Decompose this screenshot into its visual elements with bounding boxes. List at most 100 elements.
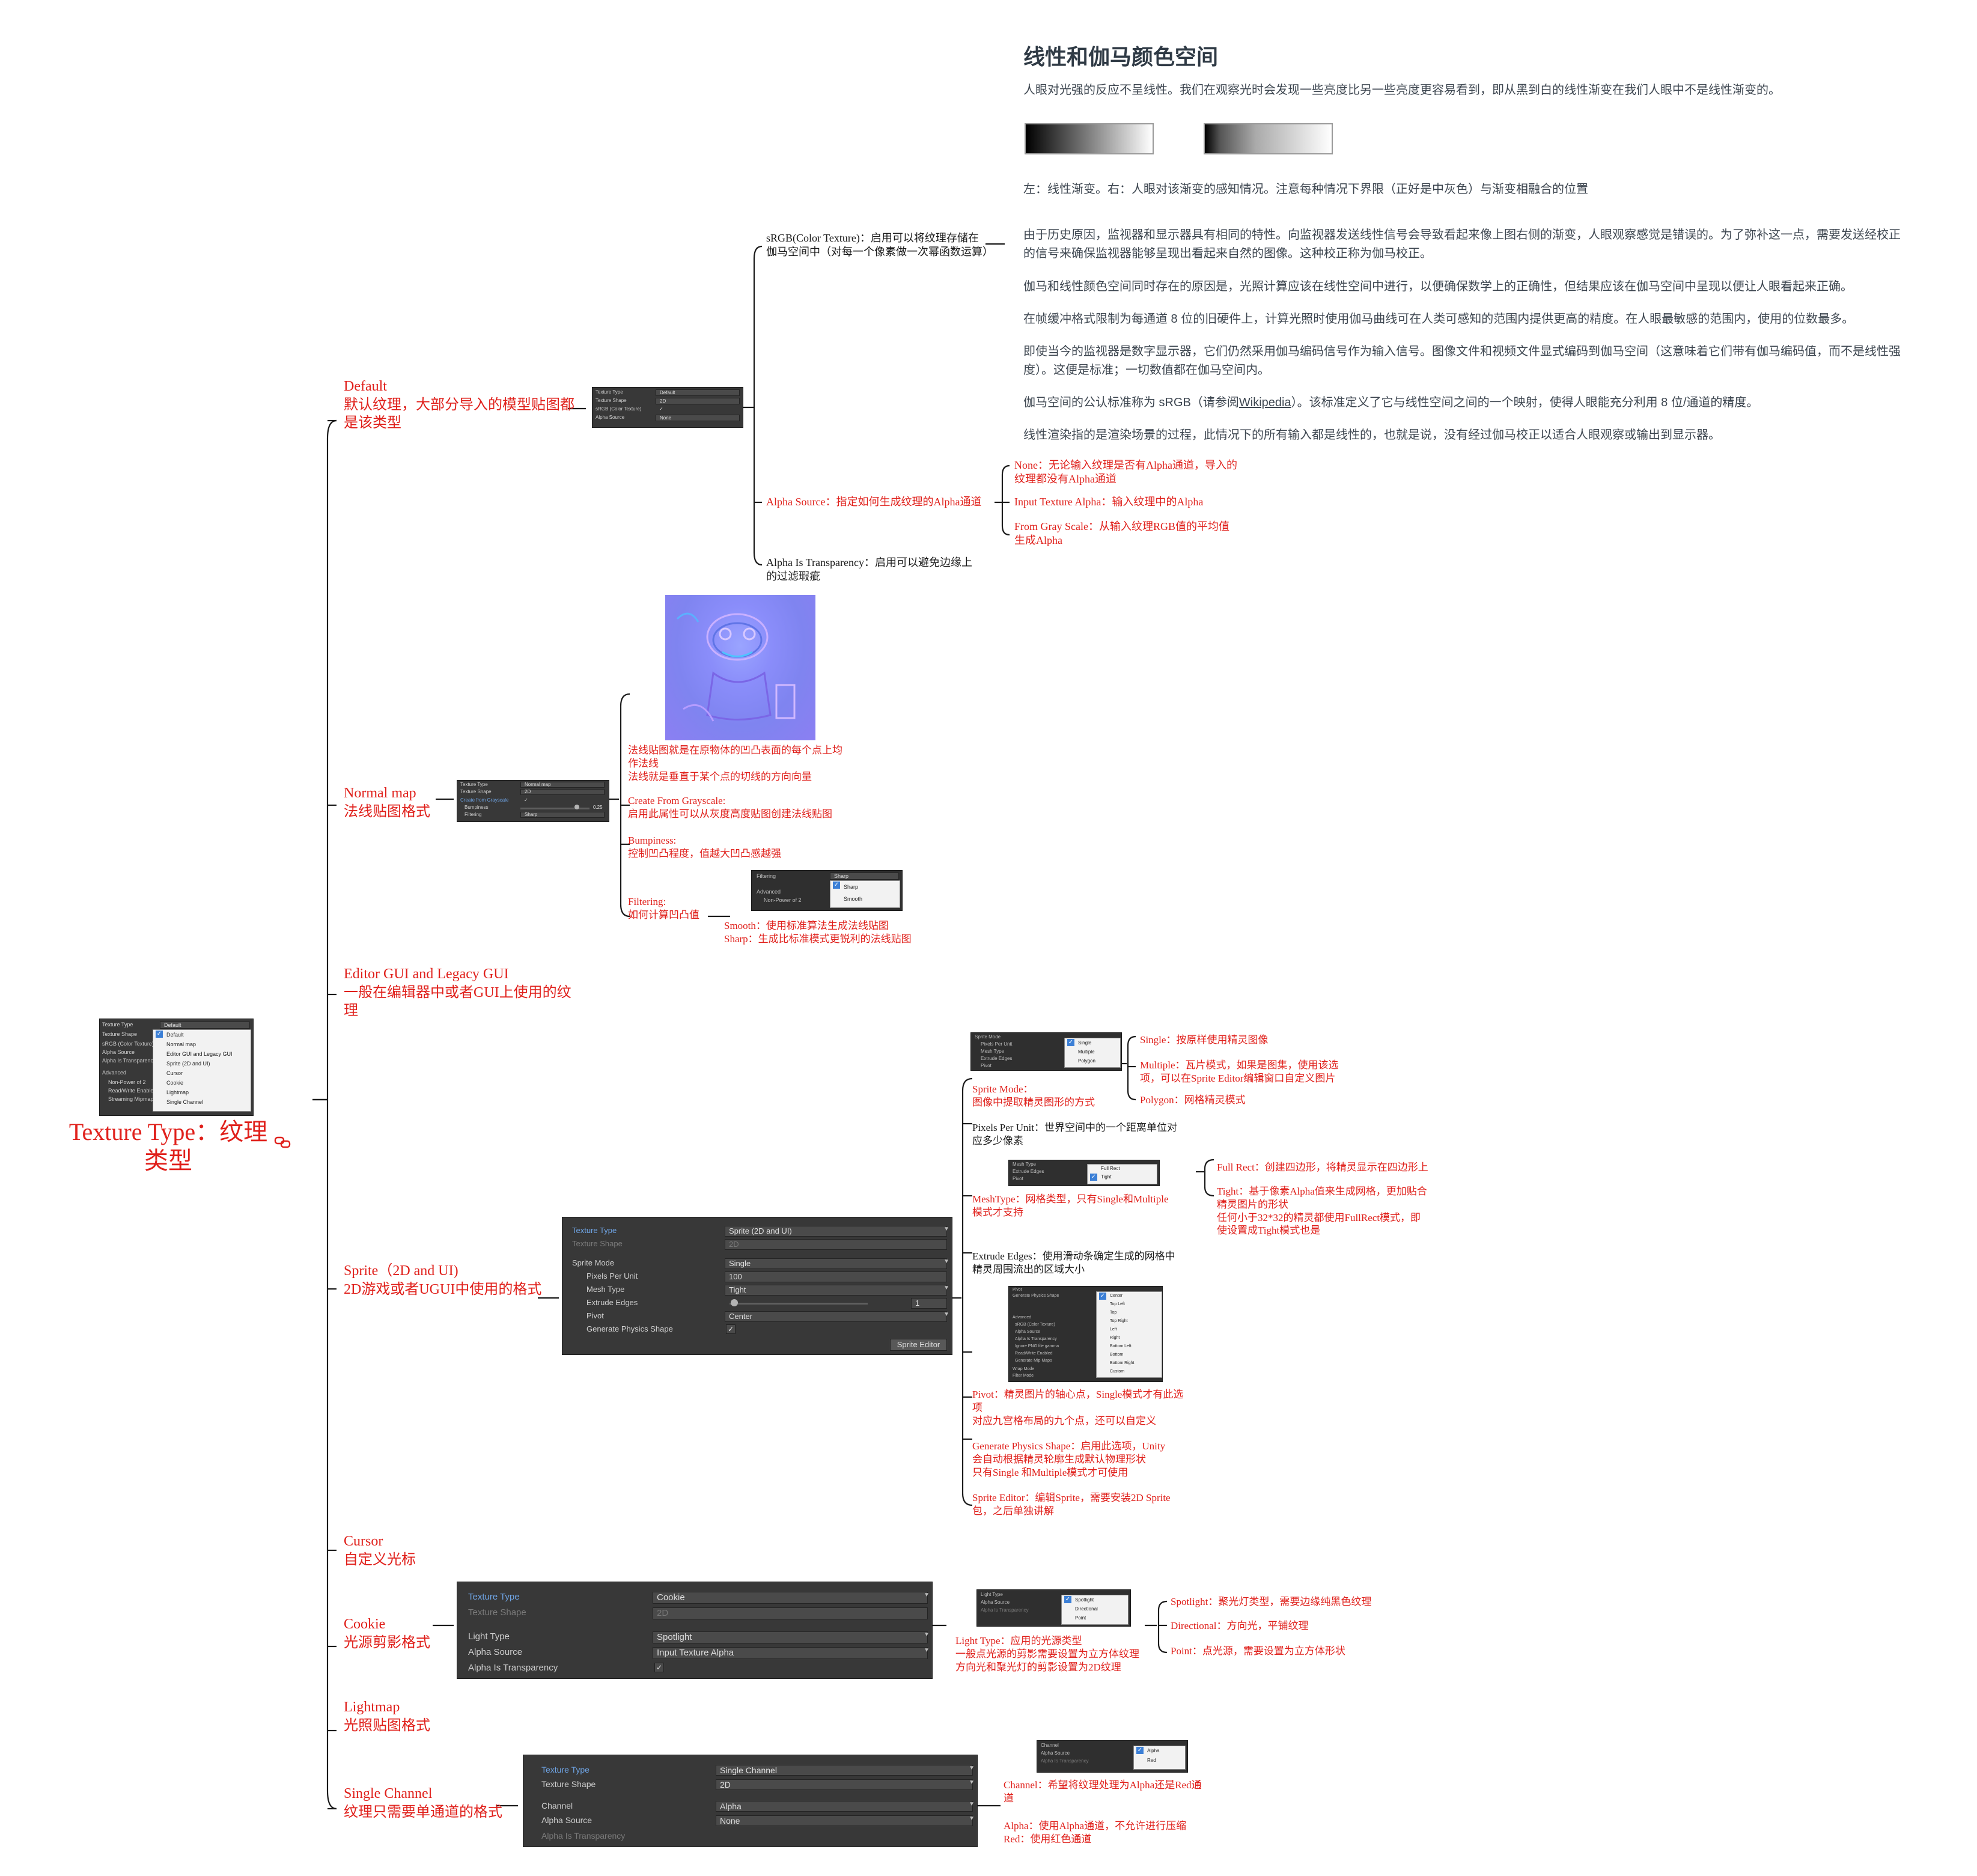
menu-item[interactable]: Editor GUI and Legacy GUI [153,1049,251,1059]
menu-item[interactable]: Polygon [1065,1056,1120,1065]
bumpiness-slider[interactable] [520,808,589,809]
menu-item[interactable]: Red [1134,1756,1185,1765]
menu-item[interactable]: Lightmap [153,1088,251,1097]
mesh-fullrect-node[interactable]: Full Rect：创建四边形，将精灵显示在四边形上 [1217,1161,1428,1174]
alpha-option-input[interactable]: Input Texture Alpha：输入纹理中的Alpha [1014,495,1203,509]
menu-item[interactable]: Top [1097,1309,1162,1317]
branch-normal-map[interactable]: Normal map 法线贴图格式 [344,784,430,821]
sprite-editor-button[interactable]: Sprite Editor [890,1339,947,1351]
menu-item[interactable]: Top Left [1097,1300,1162,1309]
wikipedia-link[interactable]: Wikipedia [1239,396,1291,409]
menu-item[interactable]: Custom [1097,1368,1162,1376]
panel-value[interactable]: Single [725,1258,947,1269]
node-text: Smooth：使用标准算法生成法线贴图 [724,920,889,931]
menu-item[interactable]: Right [1097,1334,1162,1342]
filtering-node[interactable]: Filtering: 如何计算凹凸值 [628,895,699,922]
sprite-mode-node[interactable]: Sprite Mode： 图像中提取精灵图形的方式 [972,1083,1095,1109]
alpha-source-node[interactable]: Alpha Source：指定如何生成纹理的Alpha通道 [766,495,981,509]
pivot-node[interactable]: Pivot：精灵图片的轴心点，Single模式才有此选 项 对应九宫格布局的九个… [972,1388,1183,1427]
slider-knob[interactable] [574,805,579,809]
menu-item[interactable]: Normal map [153,1040,251,1049]
menu-item[interactable]: Bottom [1097,1351,1162,1359]
light-point-node[interactable]: Point：点光源，需要设置为立方体形状 [1171,1645,1345,1658]
alpha-transparency-node[interactable]: Alpha Is Transparency：启用可以避免边缘上 的过滤瑕疵 [766,556,972,583]
light-type-node[interactable]: Light Type：应用的光源类型 一般点光源的剪影需要设置为立方体纹理 方向… [955,1634,1139,1673]
menu-item[interactable]: Multiple [1065,1047,1120,1056]
panel-value[interactable]: None [716,1815,973,1826]
menu-item[interactable]: ✓ Single [1065,1038,1120,1047]
branch-sprite[interactable]: Sprite（2D and UI) 2D游戏或者UGUI中使用的格式 [344,1262,541,1299]
panel-value[interactable]: 100 [725,1271,947,1282]
extrude-node[interactable]: Extrude Edges：使用滑动条确定生成的网格中 精灵周围流出的区域大小 [972,1250,1175,1276]
menu-item[interactable]: ✓ Spotlight [1062,1595,1128,1604]
grayscale-node[interactable]: Create From Grayscale: 启用此属性可以从灰度高度贴图创建法… [628,794,832,821]
menu-item[interactable]: ✓ Tight [1088,1173,1157,1181]
menu-item[interactable]: Directional [1062,1604,1128,1613]
menu-item[interactable]: ✓ Alpha [1134,1746,1185,1756]
branch-cursor[interactable]: Cursor 自定义光标 [344,1532,416,1569]
menu-item[interactable]: Bottom Left [1097,1342,1162,1351]
branch-title: Cookie [344,1616,386,1632]
root-panel-label: Alpha Source [102,1049,135,1055]
menu-item[interactable]: ✓ Default [153,1030,251,1040]
panel-value[interactable]: Sprite (2D and UI) [725,1226,947,1237]
checkbox[interactable]: ✓ [726,1324,736,1334]
sprite-editor-node[interactable]: Sprite Editor：编辑Sprite，需要安装2D Sprite 包，之… [972,1491,1171,1518]
menu-item[interactable]: Top Right [1097,1317,1162,1326]
slider-knob[interactable] [731,1299,738,1306]
checkbox[interactable]: ✓ [654,1663,664,1672]
menu-item[interactable]: ✓ Center [1097,1292,1162,1300]
panel-value[interactable]: Cookie [653,1592,928,1604]
alpha-option-gray[interactable]: From Gray Scale：从输入纹理RGB值的平均值 生成Alpha [1014,520,1229,547]
normal-map-relief [676,612,796,722]
extrude-slider[interactable] [730,1303,868,1305]
branch-single-channel[interactable]: Single Channel 纹理只需要单通道的格式 [344,1785,502,1821]
mode-polygon-node[interactable]: Polygon：网格精灵模式 [1140,1094,1246,1107]
branch-default[interactable]: Default 默认纹理，大部分导入的模型贴图都 是该类型 [344,377,574,433]
channel-options-node[interactable]: Alpha：使用Alpha通道，不允许进行压缩 Red：使用红色通道 [1004,1820,1186,1846]
branch-lightmap[interactable]: Lightmap 光照贴图格式 [344,1698,430,1735]
menu-item[interactable]: Smooth [830,893,900,905]
physics-shape-node[interactable]: Generate Physics Shape：启用此选项，Unity 会自动根据… [972,1440,1165,1479]
filter-options-node[interactable]: Smooth：使用标准算法生成法线贴图 Sharp：生成比标准模式更锐利的法线贴… [724,919,912,946]
mode-single-node[interactable]: Single：按原样使用精灵图像 [1140,1034,1268,1047]
panel-value[interactable]: 2D [716,1779,973,1790]
menu-item[interactable]: Cursor [153,1068,251,1078]
panel-value[interactable]: 1 [911,1298,947,1309]
panel-value[interactable]: Input Texture Alpha [653,1647,928,1659]
branch-title: Editor GUI and Legacy GUI [344,966,509,982]
root-node[interactable]: Texture Type：纹理 类型 [48,1118,288,1175]
channel-node[interactable]: Channel：希望将纹理处理为Alpha还是Red通 道 [1004,1779,1202,1805]
menu-item[interactable]: Cookie [153,1078,251,1088]
normal-intro-node[interactable]: 法线贴图就是在原物体的凹凸表面的每个点上均 作法线 法线就是垂直于某个点的切线的… [628,744,842,783]
menu-item[interactable]: Left [1097,1326,1162,1334]
ppu-node[interactable]: Pixels Per Unit：世界空间中的一个距离单位对 应多少像素 [972,1121,1177,1148]
menu-item[interactable]: Single Channel [153,1097,251,1107]
menu-item[interactable]: Bottom Right [1097,1359,1162,1368]
bumpiness-node[interactable]: Bumpiness: 控制凹凸程度，值越大凹凸感越强 [628,834,781,860]
branch-editor-gui[interactable]: Editor GUI and Legacy GUI 一般在编辑器中或者GUI上使… [344,965,571,1020]
panel-value[interactable]: Alpha [716,1801,973,1812]
mode-multiple-node[interactable]: Multiple：瓦片模式，如果是图集，使用该选 项，可以在Sprite Edi… [1140,1059,1339,1085]
root-panel-label: Non-Power of 2 [108,1079,146,1085]
light-directional-node[interactable]: Directional：方向光，平铺纹理 [1171,1619,1308,1633]
root-title-line-1: Texture Type：纹理 [69,1118,268,1145]
panel-value: Normal map [520,782,605,788]
menu-item[interactable]: Sprite (2D and UI) [153,1059,251,1068]
panel-label: Texture Type [460,782,488,787]
mesh-type-node[interactable]: MeshType：网格类型，只有Single和Multiple 模式才支持 [972,1193,1169,1219]
panel-value[interactable]: Single Channel [716,1765,973,1776]
panel-value[interactable]: Tight [725,1285,947,1296]
branch-cookie[interactable]: Cookie 光源剪影格式 [344,1615,430,1652]
mesh-tight-node[interactable]: Tight：基于像素Alpha值来生成网格，更加贴合 精灵图片的形状 任何小于3… [1217,1185,1427,1237]
root-title-line-2: 类型 [144,1147,192,1174]
node-text: 模式才支持 [972,1206,1023,1218]
panel-value[interactable]: Center [725,1311,947,1322]
light-spot-node[interactable]: Spotlight：聚光灯类型，需要边缘纯黑色纹理 [1171,1595,1371,1609]
menu-item[interactable]: Full Rect [1088,1165,1157,1173]
menu-item[interactable]: Point [1062,1613,1128,1622]
srgb-node[interactable]: sRGB(Color Texture)：启用可以将纹理存储在 伽马空间中（对每一… [766,231,993,259]
menu-item[interactable]: ✓ Sharp [830,881,900,893]
alpha-option-none[interactable]: None：无论输入纹理是否有Alpha通道，导入的 纹理都没有Alpha通道 [1014,458,1237,486]
panel-value[interactable]: Spotlight [653,1631,928,1643]
